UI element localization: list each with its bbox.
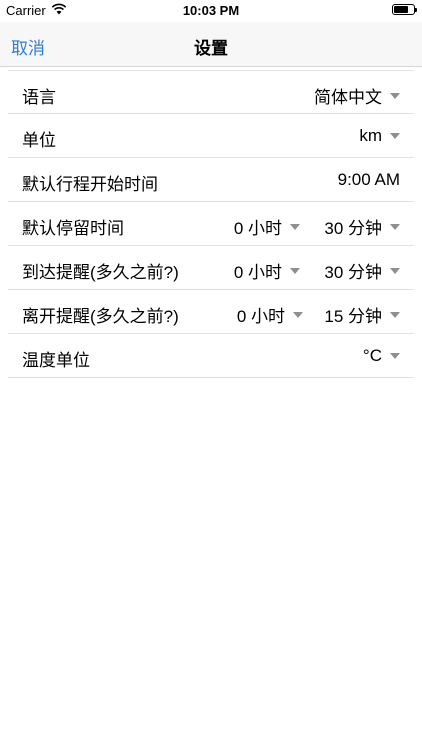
- arrival-minutes-value: 30 分钟: [324, 263, 382, 282]
- stay-duration-label: 默认停留时间: [22, 219, 124, 238]
- triangle-down-icon: [290, 267, 300, 274]
- departure-hours-picker[interactable]: 0 小时: [237, 302, 303, 327]
- triangle-down-icon: [390, 92, 400, 99]
- temperature-unit-picker[interactable]: °C: [363, 346, 400, 366]
- triangle-down-icon: [390, 223, 400, 230]
- departure-hours-value: 0 小时: [236, 307, 285, 326]
- status-time: 10:03 PM: [182, 3, 240, 18]
- stay-hours-picker[interactable]: 0 小时: [234, 214, 300, 239]
- arrival-hours-value: 0 小时: [233, 263, 282, 282]
- setting-language: 语言 简体中文: [8, 70, 414, 114]
- arrival-reminder-label: 到达提醒(多久之前?): [22, 263, 179, 282]
- unit-picker[interactable]: km: [359, 126, 400, 146]
- setting-stay-duration: 默认停留时间 0 小时 30 分钟: [8, 202, 414, 246]
- trip-start-time-field[interactable]: 9:00 AM: [338, 170, 400, 190]
- language-label: 语言: [22, 88, 56, 107]
- language-picker[interactable]: 简体中文: [314, 83, 400, 108]
- stay-minutes-picker[interactable]: 30 分钟: [324, 214, 400, 239]
- page-title: 设置: [194, 39, 228, 58]
- setting-unit: 单位 km: [8, 114, 414, 158]
- unit-value: km: [359, 126, 382, 145]
- status-bar: Carrier 10:03 PM: [0, 0, 422, 22]
- setting-departure-reminder: 离开提醒(多久之前?) 0 小时 15 分钟: [8, 290, 414, 334]
- departure-reminder-label: 离开提醒(多久之前?): [22, 307, 179, 326]
- departure-minutes-value: 15 分钟: [324, 307, 382, 326]
- triangle-down-icon: [290, 223, 300, 230]
- arrival-minutes-picker[interactable]: 30 分钟: [324, 258, 400, 283]
- setting-temperature-unit: 温度单位 °C: [8, 334, 414, 378]
- setting-arrival-reminder: 到达提醒(多久之前?) 0 小时 30 分钟: [8, 246, 414, 290]
- triangle-down-icon: [390, 133, 400, 139]
- triangle-down-icon: [390, 267, 400, 274]
- departure-minutes-picker[interactable]: 15 分钟: [324, 302, 400, 327]
- temperature-unit-value: °C: [362, 346, 382, 365]
- language-value: 简体中文: [314, 88, 382, 107]
- setting-trip-start-time: 默认行程开始时间 9:00 AM: [8, 158, 414, 202]
- triangle-down-icon: [293, 311, 303, 318]
- settings-list: 语言 简体中文 单位 km 默认行程开始时间 9:00 AM 默认停留时间 0 …: [0, 70, 422, 378]
- triangle-down-icon: [390, 311, 400, 318]
- temperature-unit-label: 温度单位: [22, 351, 90, 370]
- triangle-down-icon: [390, 353, 400, 359]
- arrival-hours-picker[interactable]: 0 小时: [234, 258, 300, 283]
- stay-minutes-value: 30 分钟: [324, 219, 382, 238]
- navigation-bar: 取消 设置: [0, 22, 422, 67]
- trip-start-label: 默认行程开始时间: [22, 175, 158, 194]
- stay-hours-value: 0 小时: [233, 219, 282, 238]
- unit-label: 单位: [22, 131, 56, 150]
- battery-icon: [392, 4, 417, 15]
